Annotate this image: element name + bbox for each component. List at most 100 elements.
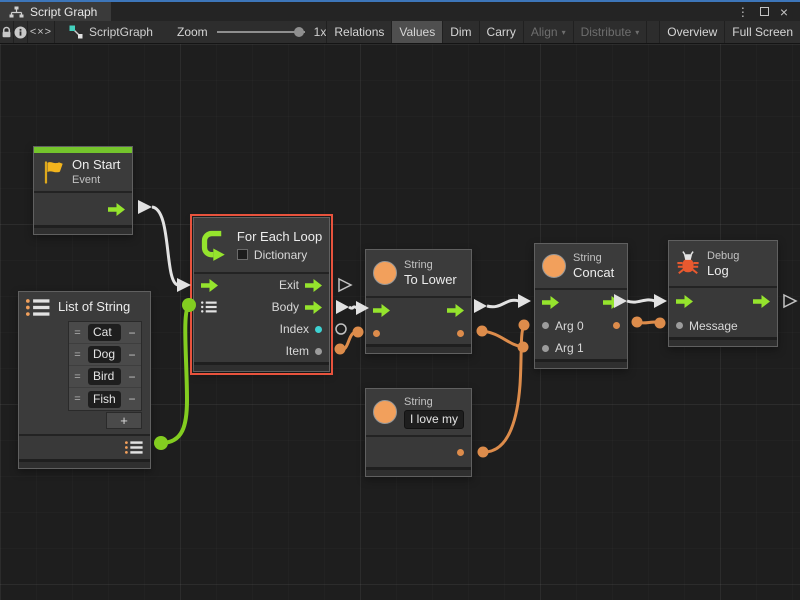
chevron-down-icon: ▾ <box>562 28 566 37</box>
result-output-port[interactable] <box>613 322 620 329</box>
window-controls: ⋮ × <box>737 2 800 21</box>
tab-bar: Script Graph ⋮ × <box>0 2 800 21</box>
window-close-button[interactable]: × <box>780 5 788 19</box>
node-string-concat[interactable]: String Concat Arg 0 Arg 1 <box>534 243 628 369</box>
zoom-slider[interactable] <box>217 31 305 33</box>
node-footer <box>194 362 329 371</box>
message-input-port[interactable] <box>676 322 683 329</box>
wire-endpoint <box>519 320 530 331</box>
string-icon <box>373 261 397 285</box>
trigger-output-port[interactable] <box>108 203 125 216</box>
wire-end-arrow <box>518 294 531 308</box>
code-view-button[interactable]: <×> <box>28 21 55 43</box>
dictionary-checkbox[interactable] <box>237 249 248 260</box>
wire-foreach-body-to-tolower <box>349 307 357 309</box>
toolbar-button-relations[interactable]: Relations <box>326 21 391 43</box>
wire-concat-to-message <box>637 322 660 323</box>
focus-accent-line <box>0 0 800 2</box>
wire-end-arrow <box>177 278 191 292</box>
enter-input-port[interactable] <box>542 296 559 309</box>
string-output-port[interactable] <box>457 330 464 337</box>
exit-output-port[interactable] <box>447 304 464 317</box>
toolbar-button-distribute[interactable]: Distribute ▾ <box>573 21 647 43</box>
lock-icon <box>0 26 13 39</box>
node-on-start[interactable]: On Start Event <box>33 146 133 235</box>
toolbar-button-overview[interactable]: Overview <box>659 21 724 43</box>
wire-item-to-tolower <box>340 332 358 350</box>
drag-handle[interactable]: = <box>69 371 86 383</box>
window-maximize-button[interactable] <box>760 7 769 16</box>
string-output-port[interactable] <box>457 449 464 456</box>
tab-label: Script Graph <box>30 5 97 19</box>
window-menu-button[interactable]: ⋮ <box>737 6 749 18</box>
loop-icon <box>201 229 231 261</box>
exit-output-port[interactable] <box>305 279 322 292</box>
wire-start-arrow <box>138 200 152 214</box>
port-label-index: Index <box>280 322 309 336</box>
list-output-port[interactable] <box>125 440 143 455</box>
wire-endpoint <box>655 318 666 329</box>
remove-item-button[interactable]: − <box>123 348 141 362</box>
arg1-input-port[interactable] <box>542 345 549 352</box>
item-output-port[interactable] <box>315 348 322 355</box>
remove-item-button[interactable]: − <box>123 392 141 406</box>
node-string-to-lower[interactable]: String To Lower <box>365 249 472 354</box>
list-item-field[interactable]: Fish <box>88 391 121 408</box>
toolbar-button-values[interactable]: Values <box>391 21 442 43</box>
wire-start-arrow <box>474 299 487 313</box>
graph-canvas[interactable]: On Start Event List of String <box>0 44 800 600</box>
align-label: Align <box>531 25 558 39</box>
node-list-of-string[interactable]: List of String = Cat − = Dog − = Bird − <box>18 291 151 469</box>
node-for-each-loop[interactable]: For Each Loop Dictionary Exit <box>193 217 330 372</box>
index-output-port[interactable] <box>315 326 322 333</box>
enter-input-port[interactable] <box>201 279 218 292</box>
node-title: List of String <box>58 299 130 315</box>
node-title: For Each Loop <box>237 229 322 245</box>
exit-output-port[interactable] <box>753 295 770 308</box>
body-output-port[interactable] <box>305 301 322 314</box>
lock-button[interactable] <box>0 21 14 43</box>
chevron-down-icon: ▾ <box>635 28 639 37</box>
zoom-control: Zoom 1x <box>177 21 326 43</box>
toolbar-button-align[interactable]: Align ▾ <box>523 21 573 43</box>
toolbar-button-full-screen[interactable]: Full Screen <box>724 21 800 43</box>
list-item-field[interactable]: Cat <box>88 324 121 341</box>
list-item-field[interactable]: Dog <box>88 346 121 363</box>
wire-endpoint <box>632 317 643 328</box>
string-input-port[interactable] <box>373 330 380 337</box>
wire-start-arrow <box>336 300 349 314</box>
enter-input-port[interactable] <box>676 295 693 308</box>
collection-input-port[interactable] <box>201 300 217 314</box>
node-string-literal[interactable]: String I love my <box>365 388 472 477</box>
toolbar-button-dim[interactable]: Dim <box>442 21 478 43</box>
list-item-field[interactable]: Bird <box>88 368 121 385</box>
toolbar-buttons: Relations Values Dim Carry Align ▾ Distr… <box>326 21 800 43</box>
wire-endpoint <box>518 342 529 353</box>
arg0-input-port[interactable] <box>542 322 549 329</box>
exit-output-port[interactable] <box>603 296 620 309</box>
drag-handle[interactable]: = <box>69 393 86 405</box>
info-icon <box>14 26 27 39</box>
list-item-row: = Cat − <box>69 322 141 344</box>
port-label-body: Body <box>272 300 299 314</box>
toolbar-button-carry[interactable]: Carry <box>479 21 523 43</box>
wire-endpoint <box>154 436 168 450</box>
node-debug-log[interactable]: Debug Log Message <box>668 240 778 347</box>
enter-input-port[interactable] <box>373 304 390 317</box>
tab-script-graph[interactable]: Script Graph <box>0 2 111 21</box>
drag-handle[interactable]: = <box>69 349 86 361</box>
wire-onstart-to-foreach <box>152 207 178 285</box>
wire-literal-to-arg0 <box>483 325 524 452</box>
zoom-slider-knob[interactable] <box>294 27 304 37</box>
node-footer <box>366 344 471 353</box>
string-value-field[interactable]: I love my <box>404 410 464 429</box>
node-footer <box>669 337 777 346</box>
node-footer <box>34 225 132 234</box>
remove-item-button[interactable]: − <box>123 370 141 384</box>
graph-breadcrumb[interactable]: ScriptGraph <box>55 21 163 43</box>
remove-item-button[interactable]: − <box>123 326 141 340</box>
drag-handle[interactable]: = <box>69 327 86 339</box>
add-item-button[interactable]: + <box>106 412 142 429</box>
inspect-button[interactable] <box>14 21 28 43</box>
wire-endpoint <box>478 447 489 458</box>
